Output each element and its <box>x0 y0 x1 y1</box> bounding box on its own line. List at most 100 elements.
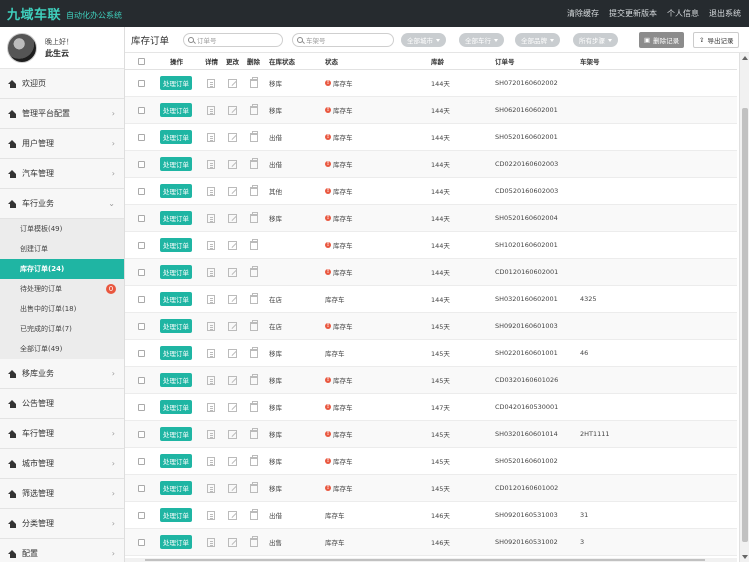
process-order-button[interactable]: 处理订单 <box>160 454 192 468</box>
trash-icon[interactable] <box>250 103 258 115</box>
detail-icon[interactable] <box>207 132 215 142</box>
row-checkbox[interactable] <box>138 133 145 141</box>
sidebar-item-items_bottom-6[interactable]: 配置 › <box>0 539 124 562</box>
detail-icon[interactable] <box>207 321 215 331</box>
detail-icon[interactable] <box>207 267 215 277</box>
edit-icon[interactable] <box>228 429 237 439</box>
process-order-button[interactable]: 处理订单 <box>160 238 192 252</box>
row-checkbox[interactable] <box>138 268 145 276</box>
edit-icon[interactable] <box>228 132 237 142</box>
row-checkbox[interactable] <box>138 160 145 168</box>
sidebar-item-items_bottom-0[interactable]: 移库业务 › <box>0 359 124 389</box>
trash-icon[interactable] <box>250 346 258 358</box>
sidebar-item-items_bottom-4[interactable]: 筛选管理 › <box>0 479 124 509</box>
detail-icon[interactable] <box>207 186 215 196</box>
sidebar-subitem-4[interactable]: 出售中的订单(18) <box>0 299 124 319</box>
detail-icon[interactable] <box>207 510 215 520</box>
trash-icon[interactable] <box>250 319 258 331</box>
detail-icon[interactable] <box>207 213 215 223</box>
trash-icon[interactable] <box>250 427 258 439</box>
row-checkbox[interactable] <box>138 106 145 114</box>
detail-icon[interactable] <box>207 294 215 304</box>
filter-step[interactable]: 所有步骤 <box>573 33 618 47</box>
edit-icon[interactable] <box>228 159 237 169</box>
row-checkbox[interactable] <box>138 457 145 465</box>
sidebar-item-items_top-3[interactable]: 汽车管理 › <box>0 159 124 189</box>
process-order-button[interactable]: 处理订单 <box>160 103 192 117</box>
process-order-button[interactable]: 处理订单 <box>160 265 192 279</box>
row-checkbox[interactable] <box>138 511 145 519</box>
trash-icon[interactable] <box>250 508 258 520</box>
filter-brand[interactable]: 全部品牌 <box>515 33 560 47</box>
trash-icon[interactable] <box>250 76 258 88</box>
trash-icon[interactable] <box>250 238 258 250</box>
scroll-thumb[interactable] <box>742 108 748 542</box>
sidebar-item-items_top-0[interactable]: 欢迎页 <box>0 69 124 99</box>
sidebar-item-items_bottom-1[interactable]: 公告管理 <box>0 389 124 419</box>
detail-icon[interactable] <box>207 429 215 439</box>
filter-dealer[interactable]: 全部车行 <box>459 33 504 47</box>
row-checkbox[interactable] <box>138 322 145 330</box>
process-order-button[interactable]: 处理订单 <box>160 211 192 225</box>
edit-icon[interactable] <box>228 402 237 412</box>
row-checkbox[interactable] <box>138 376 145 384</box>
edit-icon[interactable] <box>228 240 237 250</box>
table-row[interactable]: 处理订单 ! 库存车 144天 CD0120160602001 <box>125 259 737 286</box>
detail-icon[interactable] <box>207 402 215 412</box>
row-checkbox[interactable] <box>138 187 145 195</box>
clear-cache-link[interactable]: 清除缓存 <box>567 8 599 19</box>
trash-icon[interactable] <box>250 292 258 304</box>
vertical-scrollbar[interactable] <box>739 53 749 562</box>
edit-icon[interactable] <box>228 294 237 304</box>
sidebar-item-items_bottom-3[interactable]: 城市管理 › <box>0 449 124 479</box>
sidebar-item-items_top-1[interactable]: 管理平台配置 › <box>0 99 124 129</box>
row-checkbox[interactable] <box>138 79 145 87</box>
row-checkbox[interactable] <box>138 295 145 303</box>
table-row[interactable]: 处理订单 出售 库存车 146天 SH0920160531002 3 <box>125 529 737 556</box>
row-checkbox[interactable] <box>138 403 145 411</box>
table-row[interactable]: 处理订单 移库 库存车 145天 SH0220160601001 46 <box>125 340 737 367</box>
order-search-input[interactable]: 订单号 <box>183 33 283 47</box>
row-checkbox[interactable] <box>138 484 145 492</box>
edit-icon[interactable] <box>228 375 237 385</box>
delete-records-button[interactable]: ▣ 删除记录 <box>639 32 685 48</box>
row-checkbox[interactable] <box>138 214 145 222</box>
process-order-button[interactable]: 处理订单 <box>160 184 192 198</box>
table-row[interactable]: 处理订单 在店 库存车 144天 SH0320160602001 4325 <box>125 286 737 313</box>
avatar[interactable] <box>7 32 37 63</box>
trash-icon[interactable] <box>250 373 258 385</box>
detail-icon[interactable] <box>207 240 215 250</box>
sidebar-subitem-3[interactable]: 待处理的订单 0 <box>0 279 124 299</box>
process-order-button[interactable]: 处理订单 <box>160 292 192 306</box>
trash-icon[interactable] <box>250 211 258 223</box>
table-row[interactable]: 处理订单 移库 ! 库存车 144天 SH0720160602002 <box>125 70 737 97</box>
sidebar-subitem-2[interactable]: 库存订单(24) <box>0 259 124 279</box>
detail-icon[interactable] <box>207 105 215 115</box>
row-checkbox[interactable] <box>138 349 145 357</box>
sidebar-subitem-6[interactable]: 全部订单(49) <box>0 339 124 359</box>
process-order-button[interactable]: 处理订单 <box>160 157 192 171</box>
edit-icon[interactable] <box>228 78 237 88</box>
process-order-button[interactable]: 处理订单 <box>160 481 192 495</box>
process-order-button[interactable]: 处理订单 <box>160 76 192 90</box>
table-row[interactable]: 处理订单 ! 库存车 144天 SH1020160602001 <box>125 232 737 259</box>
trash-icon[interactable] <box>250 481 258 493</box>
edit-icon[interactable] <box>228 321 237 331</box>
sidebar-subitem-0[interactable]: 订单模板(49) <box>0 219 124 239</box>
table-row[interactable]: 处理订单 移库 ! 库存车 145天 SH0520160601002 <box>125 448 737 475</box>
detail-icon[interactable] <box>207 78 215 88</box>
trash-icon[interactable] <box>250 157 258 169</box>
table-row[interactable]: 处理订单 移库 ! 库存车 145天 CD0120160601002 <box>125 475 737 502</box>
detail-icon[interactable] <box>207 483 215 493</box>
edit-icon[interactable] <box>228 348 237 358</box>
table-row[interactable]: 处理订单 移库 ! 库存车 144天 SH0620160602001 <box>125 97 737 124</box>
detail-icon[interactable] <box>207 537 215 547</box>
scroll-up-icon[interactable] <box>742 56 748 60</box>
edit-icon[interactable] <box>228 213 237 223</box>
row-checkbox[interactable] <box>138 430 145 438</box>
process-order-button[interactable]: 处理订单 <box>160 373 192 387</box>
edit-icon[interactable] <box>228 105 237 115</box>
process-order-button[interactable]: 处理订单 <box>160 427 192 441</box>
horizontal-scrollbar[interactable] <box>125 558 737 562</box>
table-row[interactable]: 处理订单 移库 ! 库存车 145天 SH0320160601014 2HT1111 <box>125 421 737 448</box>
